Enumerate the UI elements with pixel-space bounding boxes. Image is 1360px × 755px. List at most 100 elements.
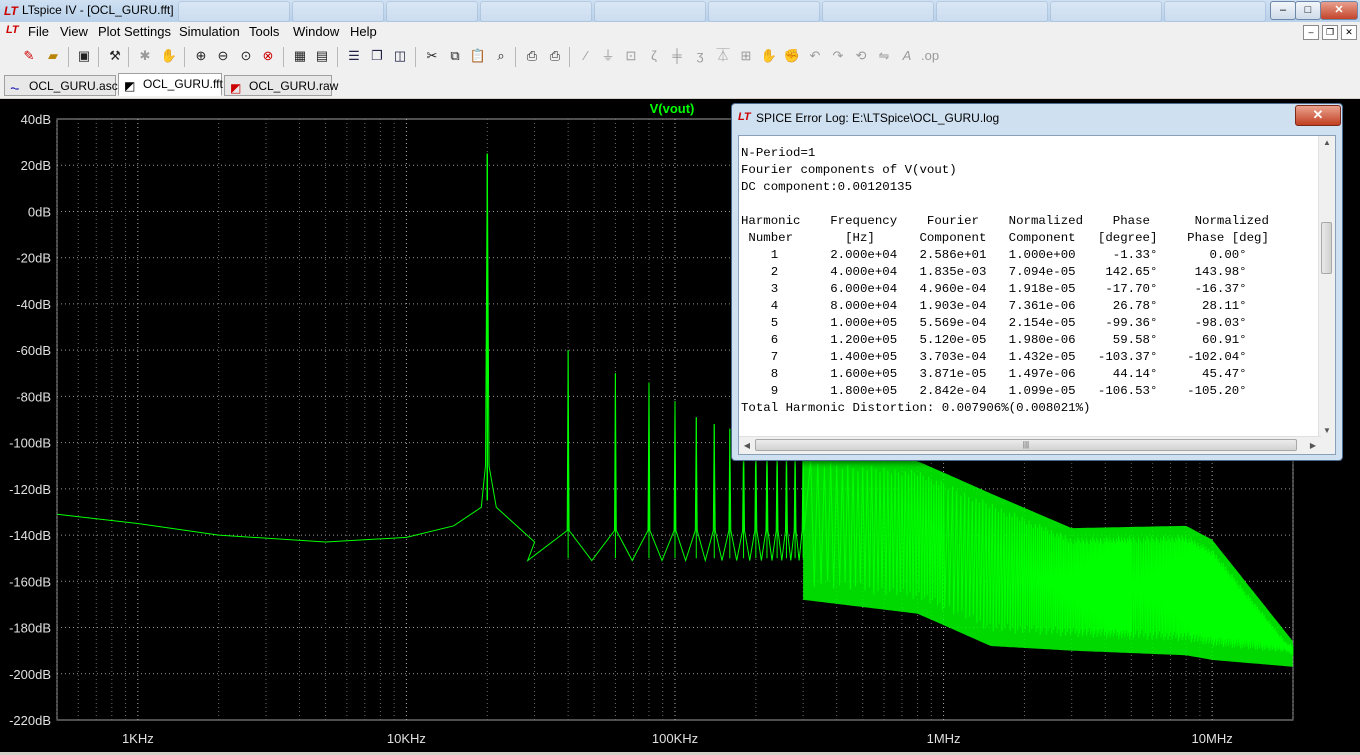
open-icon[interactable]: ▰ [44,47,62,65]
doc-minimize-button[interactable]: – [1303,25,1319,40]
text-icon[interactable]: A [898,47,916,65]
y-tick-label: 0dB [28,204,51,219]
scroll-thumb-horizontal[interactable]: ||| [755,439,1297,451]
taskbar-tab [480,1,592,22]
print-setup-icon[interactable]: ⎙ [523,47,541,65]
menu-file[interactable]: File [28,24,49,39]
resistor-icon[interactable]: ζ [645,47,663,65]
tile-vertical-icon[interactable]: ◫ [391,47,409,65]
component-icon[interactable]: ⊞ [737,47,755,65]
tab-ocl-guru-asc[interactable]: ⏦ OCL_GURU.asc [4,75,118,96]
autorange-icon[interactable]: ▦ [291,47,309,65]
label-icon[interactable]: ⊡ [622,47,640,65]
minimize-button[interactable]: – [1270,1,1296,20]
print-icon[interactable]: ⎙ [546,47,564,65]
y-tick-label: 40dB [21,112,51,127]
spice-directive-icon[interactable]: .op [921,47,939,65]
taskbar-tab [708,1,820,22]
copy-icon[interactable]: ⧉ [446,47,464,65]
log-line: 3 6.000e+04 4.960e-04 1.918e-05 -17.70° … [741,282,1247,296]
tab-label: OCL_GURU.asc [29,79,118,93]
log-vertical-scrollbar[interactable]: ▲ ▼ [1318,136,1335,438]
zoom-out-icon[interactable]: ⊖ [214,47,232,65]
maximize-button[interactable]: □ [1295,1,1321,20]
log-window-title: SPICE Error Log: E:\LTSpice\OCL_GURU.log [756,111,1000,125]
taskbar-tab [178,1,290,22]
log-line: 4 8.000e+04 1.903e-04 7.361e-06 26.78° 2… [741,299,1247,313]
cut-icon[interactable]: ✂ [423,47,441,65]
grid-icon[interactable]: ▤ [313,47,331,65]
zoom-full-icon[interactable]: ⊙ [237,47,255,65]
halt-icon[interactable]: ✋ [160,47,178,65]
zoom-in-icon[interactable]: ⊕ [192,47,210,65]
menu-window[interactable]: Window [293,24,339,39]
zoom-cancel-icon[interactable]: ⊗ [259,47,277,65]
log-line: 9 1.800e+05 2.842e-04 1.099e-05 -106.53°… [741,384,1247,398]
close-button[interactable]: ✕ [1320,1,1358,20]
document-icon[interactable]: LT [6,24,19,36]
scroll-down-icon[interactable]: ▼ [1319,424,1335,438]
log-text-area[interactable]: N-Period=1 Fourier components of V(vout)… [738,135,1336,455]
taskbar-tab [822,1,934,22]
menu-plot-settings[interactable]: Plot Settings [98,24,171,39]
document-tabs: ⏦ OCL_GURU.asc ◩ OCL_GURU.fft ◩ OCL_GURU… [0,72,1360,98]
inductor-icon[interactable]: ʒ [691,47,709,65]
y-tick-label: 20dB [21,158,51,173]
log-close-button[interactable]: ✕ [1295,105,1341,126]
menu-help[interactable]: Help [350,24,377,39]
scroll-left-icon[interactable]: ◀ [739,437,755,454]
log-line: 5 1.000e+05 5.569e-04 2.154e-05 -99.36° … [741,316,1247,330]
window-title: LTspice IV - [OCL_GURU.fft] [22,3,174,17]
toolbar-separator [515,47,516,67]
find-icon[interactable]: ⌕ [492,47,510,65]
capacitor-icon[interactable]: ╪ [668,47,686,65]
toolbar-separator [283,47,284,67]
rotate-icon[interactable]: ⟲ [852,47,870,65]
log-line: Total Harmonic Distortion: 0.007906%(0.0… [741,401,1091,415]
y-tick-label: -80dB [16,389,51,404]
tab-ocl-guru-fft[interactable]: ◩ OCL_GURU.fft [118,73,223,96]
ltspice-app-icon: LT [4,4,18,18]
diode-icon[interactable]: ⏄ [714,47,732,65]
log-line: DC component:0.00120135 [741,180,913,194]
new-schematic-icon[interactable]: ✎ [20,47,38,65]
cascade-icon[interactable]: ❐ [368,47,386,65]
log-line: 8 1.600e+05 3.871e-05 1.497e-06 44.14° 4… [741,367,1247,381]
taskbar-tab [1050,1,1162,22]
menu-view[interactable]: View [60,24,88,39]
log-text: N-Period=1 Fourier components of V(vout)… [741,145,1269,417]
tab-ocl-guru-raw[interactable]: ◩ OCL_GURU.raw [224,75,338,96]
doc-close-button[interactable]: ✕ [1341,25,1357,40]
paste-icon[interactable]: 📋 [469,47,487,65]
scroll-up-icon[interactable]: ▲ [1319,136,1335,150]
drag-icon[interactable]: ✊ [783,47,801,65]
menu-bar: LT File View Plot Settings Simulation To… [0,22,1360,42]
ltspice-log-icon: LT [738,111,751,123]
redo-icon[interactable]: ↷ [829,47,847,65]
taskbar-tab [292,1,384,22]
wire-icon[interactable]: ∕ [577,47,595,65]
y-tick-label: -180dB [9,621,51,636]
tile-horizontal-icon[interactable]: ☰ [345,47,363,65]
control-panel-icon[interactable]: ⚒ [106,47,124,65]
run-icon[interactable]: ✱ [136,47,154,65]
move-icon[interactable]: ✋ [760,47,778,65]
trace-title[interactable]: V(vout) [650,101,695,116]
spice-error-log-window[interactable]: LT SPICE Error Log: E:\LTSpice\OCL_GURU.… [731,103,1343,461]
tab-label: OCL_GURU.fft [143,77,223,91]
schematic-icon: ⏦ [10,81,20,95]
log-line: N-Period=1 [741,146,816,160]
menu-tools[interactable]: Tools [249,24,279,39]
log-horizontal-scrollbar[interactable]: ◀ ||| ▶ [739,436,1321,454]
undo-icon[interactable]: ↶ [806,47,824,65]
mirror-icon[interactable]: ⇋ [875,47,893,65]
menu-simulation[interactable]: Simulation [179,24,240,39]
scroll-thumb[interactable] [1321,222,1332,274]
toolbar-separator [98,47,99,67]
x-tick-label: 1MHz [927,731,961,746]
doc-restore-button[interactable]: ❐ [1322,25,1338,40]
y-tick-label: -160dB [9,574,51,589]
fft-plot-icon: ◩ [124,79,136,93]
save-icon[interactable]: ▣ [75,47,93,65]
ground-icon[interactable]: ⏚ [599,47,617,65]
